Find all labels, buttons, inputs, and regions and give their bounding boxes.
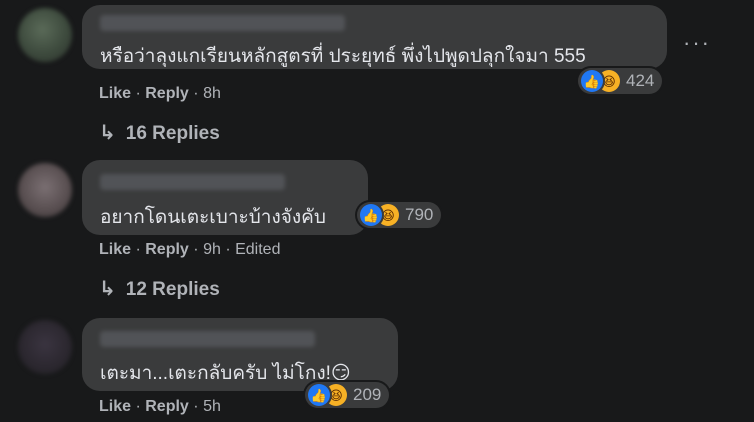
view-replies-link[interactable]: ↳ 12 Replies [99,276,220,301]
edited-label: Edited [235,241,281,258]
comment-bubble: หรือว่าลุงแกเรียนหลักสูตรที่ ประยุทธ์ พึ… [82,5,667,69]
author-name-redacted[interactable] [100,331,315,347]
comment-bubble: อยากโดนเตะเบาะบ้างจังคับ [82,160,368,235]
like-link[interactable]: Like [99,85,131,102]
replies-label: 16 Replies [125,123,220,144]
comment-text: หรือว่าลุงแกเรียนหลักสูตรที่ ประยุทธ์ พึ… [100,46,586,67]
thumbs-up-icon: 👍 [581,70,603,92]
reaction-summary[interactable]: 👍 😆 790 [357,202,442,228]
author-name-redacted[interactable] [100,174,285,190]
avatar[interactable] [18,163,72,217]
comment-bubble: เตะมา...เตะกลับครับ ไม่โกง!😏 [82,318,398,391]
reaction-count: 790 [405,205,434,224]
comment-actions: Like · Reply · 9h · Edited [99,241,281,258]
reply-arrow-icon: ↳ [99,278,116,300]
replies-label: 12 Replies [125,279,220,300]
reply-link[interactable]: Reply [145,241,189,258]
thumbs-up-icon: 👍 [360,204,382,226]
thumbs-up-icon: 👍 [308,384,330,406]
view-replies-link[interactable]: ↳ 16 Replies [99,120,220,145]
reply-link[interactable]: Reply [145,85,189,102]
reaction-summary[interactable]: 👍 😆 424 [578,68,663,94]
author-name-redacted[interactable] [100,15,345,31]
comment-actions: Like · Reply · 5h [99,398,221,415]
timestamp[interactable]: 5h [203,398,221,415]
reply-link[interactable]: Reply [145,398,189,415]
comment-text: อยากโดนเตะเบาะบ้างจังคับ [100,207,326,228]
reaction-summary[interactable]: 👍 😆 209 [305,382,390,408]
avatar[interactable] [18,320,72,374]
timestamp[interactable]: 8h [203,85,221,102]
reaction-count: 209 [353,385,382,404]
like-link[interactable]: Like [99,241,131,258]
like-link[interactable]: Like [99,398,131,415]
reaction-count: 424 [626,71,655,90]
comment-actions: Like · Reply · 8h [99,85,221,102]
more-options-icon[interactable]: ··· [683,30,711,56]
avatar[interactable] [18,8,72,62]
reply-arrow-icon: ↳ [99,122,116,144]
timestamp[interactable]: 9h [203,241,221,258]
